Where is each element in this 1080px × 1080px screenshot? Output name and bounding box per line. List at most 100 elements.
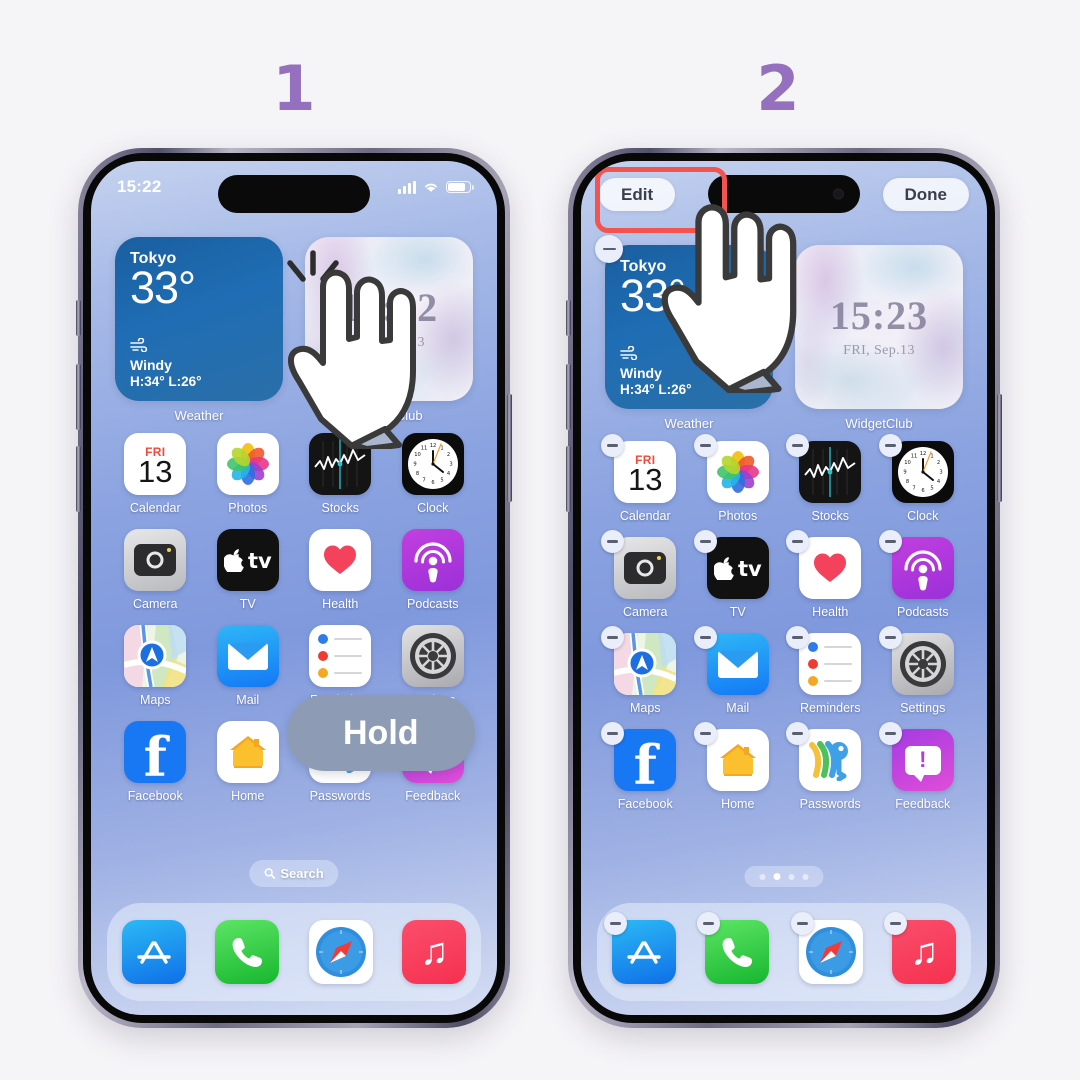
app-health[interactable]: Health (294, 529, 387, 611)
power-button[interactable] (507, 394, 512, 502)
app-settings[interactable]: Settings (877, 626, 970, 715)
weather-widget[interactable]: Tokyo 33° Windy H:34° L:26° (115, 237, 283, 401)
svg-text:12: 12 (429, 443, 436, 449)
app-home[interactable]: Home (202, 721, 295, 803)
dock-app-phone[interactable] (697, 912, 770, 984)
home-icon (216, 721, 279, 783)
minus-badge-icon[interactable] (693, 722, 717, 745)
volume-down-button[interactable] (566, 446, 571, 512)
app-health[interactable]: Health (784, 530, 877, 619)
power-button[interactable] (997, 394, 1002, 502)
wind-icon (130, 337, 202, 355)
app-passwords[interactable]: Passwords (784, 722, 877, 811)
dock-step-1: ♫ (107, 903, 481, 1001)
svg-text:8: 8 (416, 471, 419, 477)
svg-text:1: 1 (930, 454, 933, 460)
photos-icon (216, 433, 279, 495)
svg-text:tv: tv (248, 549, 272, 572)
dock-app-appstore[interactable] (121, 920, 186, 984)
weather-temperature: 33° (130, 262, 196, 313)
app-label: TV (239, 597, 256, 611)
dock-app-music[interactable]: ♫ (402, 920, 467, 984)
app-feedback[interactable]: ! Feedback (877, 722, 970, 811)
page-indicator[interactable] (744, 866, 824, 887)
app-reminders[interactable]: Reminders (784, 626, 877, 715)
svg-text:8: 8 (906, 479, 909, 485)
minus-badge-icon[interactable] (693, 434, 717, 457)
svg-text:6: 6 (921, 488, 924, 494)
reminders-icon (309, 625, 372, 687)
calendar-day: 13 (138, 453, 173, 489)
volume-up-button[interactable] (76, 364, 81, 430)
facebook-icon: f (124, 721, 187, 783)
minus-badge-icon[interactable] (878, 626, 902, 649)
podcasts-icon (891, 537, 954, 599)
app-label: Mail (726, 701, 750, 715)
app-tv[interactable]: tv TV (202, 529, 295, 611)
widget-widgetclub-wrapper: 15:23 FRI, Sep.13 WidgetClub (795, 245, 963, 431)
settings-icon (401, 625, 464, 687)
app-maps[interactable]: Maps (599, 626, 692, 715)
minus-badge-icon[interactable] (790, 912, 814, 935)
minus-badge-icon[interactable] (878, 530, 902, 553)
app-label: Photos (228, 501, 268, 515)
app-label: Podcasts (897, 605, 949, 619)
minus-badge-icon[interactable] (693, 626, 717, 649)
phone-mockup-step-1: 15:22 Tokyo 33° Windy H:34° L:26° Weathe… (76, 148, 512, 1028)
app-label: Clock (417, 501, 449, 515)
app-calendar[interactable]: FRI 13 Calendar (109, 433, 202, 515)
app-facebook[interactable]: f Facebook (599, 722, 692, 811)
widgetclub-date: FRI, Sep.13 (843, 342, 915, 358)
calendar-icon: FRI 13 (124, 433, 187, 495)
dock-app-safari[interactable] (308, 920, 373, 984)
done-button[interactable]: Done (882, 177, 969, 211)
svg-text:tv: tv (738, 557, 762, 580)
mute-switch[interactable] (76, 300, 81, 336)
dock-app-safari[interactable] (790, 912, 863, 984)
svg-text:10: 10 (414, 452, 421, 458)
page-dot (788, 873, 795, 880)
search-pill[interactable]: Search (249, 860, 339, 887)
app-home[interactable]: Home (692, 722, 785, 811)
app-label: Calendar (619, 509, 671, 523)
app-mail[interactable]: Mail (202, 625, 295, 707)
calendar-icon: FRI 13 (614, 441, 677, 503)
feedback-icon: ! (891, 729, 954, 791)
svg-text:12: 12 (919, 451, 926, 457)
app-facebook[interactable]: f Facebook (109, 721, 202, 803)
dock-app-phone[interactable] (215, 920, 280, 984)
app-mail[interactable]: Mail (692, 626, 785, 715)
svg-text:10: 10 (904, 460, 911, 466)
app-camera[interactable]: Camera (109, 529, 202, 611)
dock-app-appstore[interactable] (603, 912, 676, 984)
minus-badge-icon[interactable] (693, 530, 717, 553)
reminders-icon (799, 633, 862, 695)
mail-icon (216, 625, 279, 687)
app-podcasts[interactable]: Podcasts (877, 530, 970, 619)
dock-app-music[interactable]: ♫ (884, 912, 957, 984)
minus-badge-icon[interactable] (603, 912, 627, 935)
camera-icon (614, 537, 677, 599)
widgetclub-widget[interactable]: 15:23 FRI, Sep.13 (795, 245, 963, 409)
app-tv[interactable]: tv TV (692, 530, 785, 619)
minus-badge-icon[interactable] (878, 434, 902, 457)
widget-weather-wrapper: Tokyo 33° Windy H:34° L:26° Weather (115, 237, 283, 423)
app-calendar[interactable]: FRI 13 Calendar (599, 434, 692, 523)
page-dot (802, 873, 809, 880)
app-podcasts[interactable]: Podcasts (387, 529, 480, 611)
apple-tv-icon: tv (706, 537, 769, 599)
app-clock[interactable]: 12 1 2 345 678 9 10 11 Clock (877, 434, 970, 523)
volume-down-button[interactable] (76, 446, 81, 512)
app-label: Facebook (617, 797, 673, 811)
app-label: Maps (139, 693, 171, 707)
photos-icon (706, 441, 769, 503)
app-stocks[interactable]: Stocks (784, 434, 877, 523)
app-camera[interactable]: Camera (599, 530, 692, 619)
minus-badge-icon[interactable] (878, 722, 902, 745)
page-dot-active (773, 873, 781, 880)
mute-switch[interactable] (566, 300, 571, 336)
minus-badge-icon[interactable] (595, 235, 623, 263)
app-photos[interactable]: Photos (692, 434, 785, 523)
volume-up-button[interactable] (566, 364, 571, 430)
app-maps[interactable]: Maps (109, 625, 202, 707)
